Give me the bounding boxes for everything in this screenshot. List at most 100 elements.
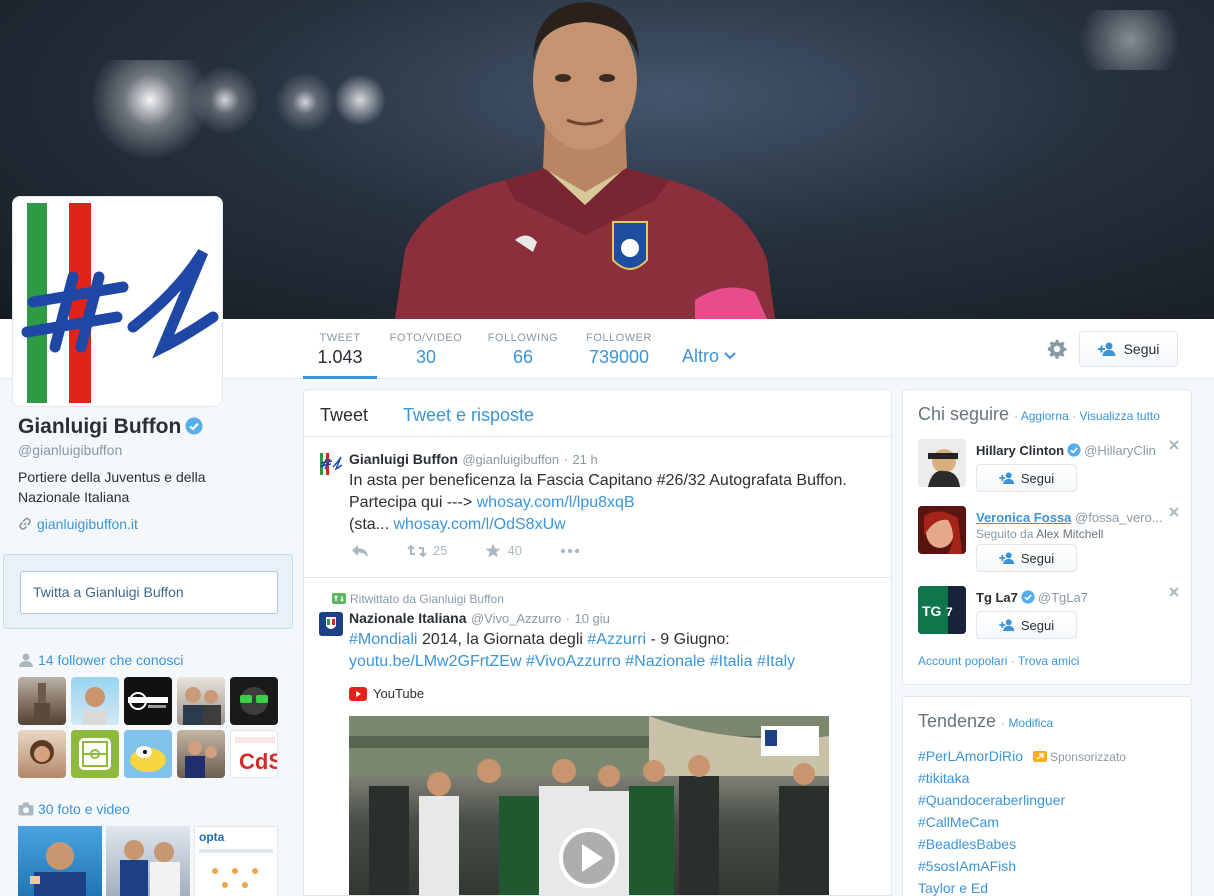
tweet-author-handle[interactable]: @Vivo_Azzurro (471, 611, 561, 626)
close-icon[interactable] (1168, 506, 1180, 518)
tweet-item[interactable]: Gianluigi Buffon @gianluigibuffon · 21 h… (304, 437, 891, 578)
followed-by-name[interactable]: Alex Mitchell (1036, 527, 1103, 541)
stat-value: 30 (415, 347, 437, 367)
tweet-link[interactable]: whosay.com/l/lpu8xqB (477, 494, 635, 511)
followed-by-context: Seguito da Alex Mitchell (976, 527, 1103, 541)
suggestion-photo (918, 439, 966, 487)
stadium-lights (60, 60, 420, 170)
tweet-hashtag[interactable]: #Mondiali (349, 631, 417, 648)
suggestion-name[interactable]: Veronica Fossa @fossa_vero... (976, 510, 1163, 525)
find-friends-link[interactable]: Trova amici (1018, 654, 1080, 668)
follow-button[interactable]: Segui (1079, 331, 1178, 367)
follower-thumb[interactable] (18, 677, 66, 725)
trend-item[interactable]: #CallMeCam (918, 814, 999, 830)
tweet-author-handle[interactable]: @gianluigibuffon (462, 452, 559, 467)
nav-stat-following[interactable]: FOLLOWING 66 (486, 319, 560, 379)
tweet-hashtag[interactable]: #VivoAzzurro (526, 653, 621, 670)
view-all-link[interactable]: Visualizza tutto (1079, 409, 1160, 423)
follower-thumb[interactable] (177, 677, 225, 725)
tweet-hashtag[interactable]: #Italy (757, 653, 795, 670)
follower-thumb[interactable] (230, 677, 278, 725)
suggestion-avatar[interactable] (918, 439, 966, 487)
more-action[interactable] (560, 543, 580, 558)
tweet-hashtag[interactable]: #Azzurri (587, 631, 646, 648)
retweet-context[interactable]: Ritwittato da Gianluigi Buffon (332, 592, 504, 606)
verified-badge-icon (1021, 590, 1035, 604)
reply-action[interactable] (351, 543, 369, 558)
tweet-author-avatar[interactable] (319, 452, 343, 476)
tweet-author-name[interactable]: Nazionale Italiana (349, 610, 466, 626)
media-source[interactable]: YouTube (349, 686, 424, 701)
follower-thumb[interactable] (71, 730, 119, 778)
profile-avatar[interactable] (12, 196, 223, 407)
tweet-author-name[interactable]: Gianluigi Buffon (349, 451, 458, 467)
gear-icon[interactable] (1046, 338, 1068, 360)
photos-videos-label: 30 foto e video (18, 801, 130, 817)
timeline: Tweet Tweet e risposte Gianluigi Buffon … (303, 389, 892, 896)
tweet-to-input[interactable]: Twitta a Gianluigi Buffon (20, 571, 278, 614)
tweet-link[interactable]: whosay.com/l/OdS8xUw (393, 516, 565, 533)
trends-edit-link[interactable]: Modifica (1008, 716, 1053, 730)
verified-badge-icon (1067, 443, 1081, 457)
follower-thumb[interactable] (124, 730, 172, 778)
follower-thumb[interactable] (177, 730, 225, 778)
media-thumb[interactable] (106, 826, 190, 896)
tweet-text: In asta per beneficenza la Fascia Capita… (349, 470, 879, 536)
suggestion-avatar[interactable] (918, 506, 966, 554)
follower-thumb[interactable]: CdS (230, 730, 278, 778)
trend-item[interactable]: Taylor e Ed (918, 880, 988, 896)
trend-item[interactable]: #PerLAmorDiRio Sponsorizzato (918, 748, 1126, 764)
trend-item[interactable]: #tikitaka (918, 770, 969, 786)
followers-you-know-link[interactable]: 14 follower che conosci (38, 652, 184, 668)
suggestion-avatar[interactable]: TG 7 (918, 586, 966, 634)
promoted-badge: Sponsorizzato (1032, 750, 1126, 764)
profile-name[interactable]: Gianluigi Buffon (18, 415, 203, 439)
media-photo (120, 840, 180, 896)
tweet-timestamp[interactable]: 21 h (572, 452, 597, 467)
nav-stat-followers[interactable]: FOLLOWER 739000 (582, 319, 656, 379)
tab-tweets[interactable]: Tweet (320, 405, 368, 426)
profile-handle[interactable]: @gianluigibuffon (18, 442, 122, 458)
tweet-hashtag[interactable]: #Nazionale (625, 653, 705, 670)
media-thumb[interactable]: opta (194, 826, 278, 896)
suggestion-name[interactable]: Hillary Clinton @HillaryClin (976, 443, 1156, 458)
photos-videos-link[interactable]: 30 foto e video (38, 801, 130, 817)
tweet-author-avatar[interactable] (319, 612, 343, 636)
nav-stat-tweets[interactable]: TWEET 1.043 (303, 319, 377, 379)
retweet-action[interactable]: 25 (407, 543, 447, 558)
suggestion-follow-button[interactable]: Segui (976, 464, 1077, 492)
retweeted-by: Ritwittato da Gianluigi Buffon (350, 592, 504, 606)
follower-thumb[interactable] (71, 677, 119, 725)
suggestion-handle: @fossa_vero... (1075, 510, 1163, 525)
nav-more-menu[interactable]: Altro (682, 346, 736, 367)
profile-website[interactable]: gianluigibuffon.it (18, 516, 138, 532)
tweet-hashtag[interactable]: #Italia (710, 653, 753, 670)
close-icon[interactable] (1168, 439, 1180, 451)
tweet-link[interactable]: youtu.be/LMw2GFrtZEw (349, 653, 522, 670)
sphera-sports-logo (128, 692, 168, 710)
popular-accounts-link[interactable]: Account popolari (918, 654, 1007, 668)
tg-la7-logo: TG 7 (918, 586, 966, 634)
play-icon[interactable] (557, 826, 621, 890)
media-thumb[interactable] (18, 826, 102, 896)
tweet-item[interactable]: Ritwittato da Gianluigi Buffon Nazionale… (304, 578, 891, 895)
tweet-dot: · (563, 452, 568, 467)
stat-label: TWEET (319, 332, 361, 344)
favorite-action[interactable]: 40 (485, 543, 522, 558)
tab-tweets-and-replies[interactable]: Tweet e risposte (403, 405, 534, 426)
tweet-timestamp[interactable]: 10 giu (574, 611, 609, 626)
follow-person-icon (1097, 342, 1116, 356)
follower-thumb[interactable] (18, 730, 66, 778)
nav-stat-photos-videos[interactable]: FOTO/VIDEO 30 (389, 319, 463, 379)
close-icon[interactable] (1168, 586, 1180, 598)
trend-item[interactable]: #Quandoceraberlinguer (918, 792, 1065, 808)
trend-item[interactable]: #5sosIAmAFish (918, 858, 1016, 874)
suggestion-follow-button[interactable]: Segui (976, 611, 1077, 639)
refresh-link[interactable]: Aggiorna (1021, 409, 1069, 423)
follower-thumb[interactable] (124, 677, 172, 725)
suggestion-name[interactable]: Tg La7 @TgLa7 (976, 590, 1088, 605)
video-player[interactable] (349, 716, 829, 895)
trend-item[interactable]: #BeadlesBabes (918, 836, 1016, 852)
suggestion-follow-button[interactable]: Segui (976, 544, 1077, 572)
stat-label: FOLLOWER (586, 332, 652, 344)
